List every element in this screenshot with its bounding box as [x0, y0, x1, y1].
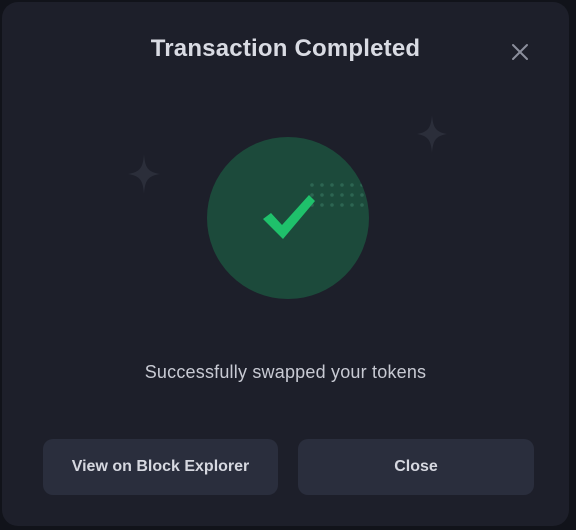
view-explorer-button[interactable]: View on Block Explorer	[43, 439, 278, 495]
modal-title: Transaction Completed	[150, 35, 421, 62]
close-icon[interactable]	[508, 40, 532, 64]
status-message: Successfully swapped your tokens	[144, 362, 427, 382]
sparkle-icon	[128, 154, 160, 194]
sparkle-icon	[417, 115, 447, 153]
transaction-modal: Transaction Completed Successfully swapp…	[2, 2, 569, 526]
dot-pattern	[310, 183, 364, 207]
close-button[interactable]: Close	[298, 439, 534, 495]
checkmark-icon	[263, 195, 315, 239]
success-badge	[207, 137, 369, 299]
